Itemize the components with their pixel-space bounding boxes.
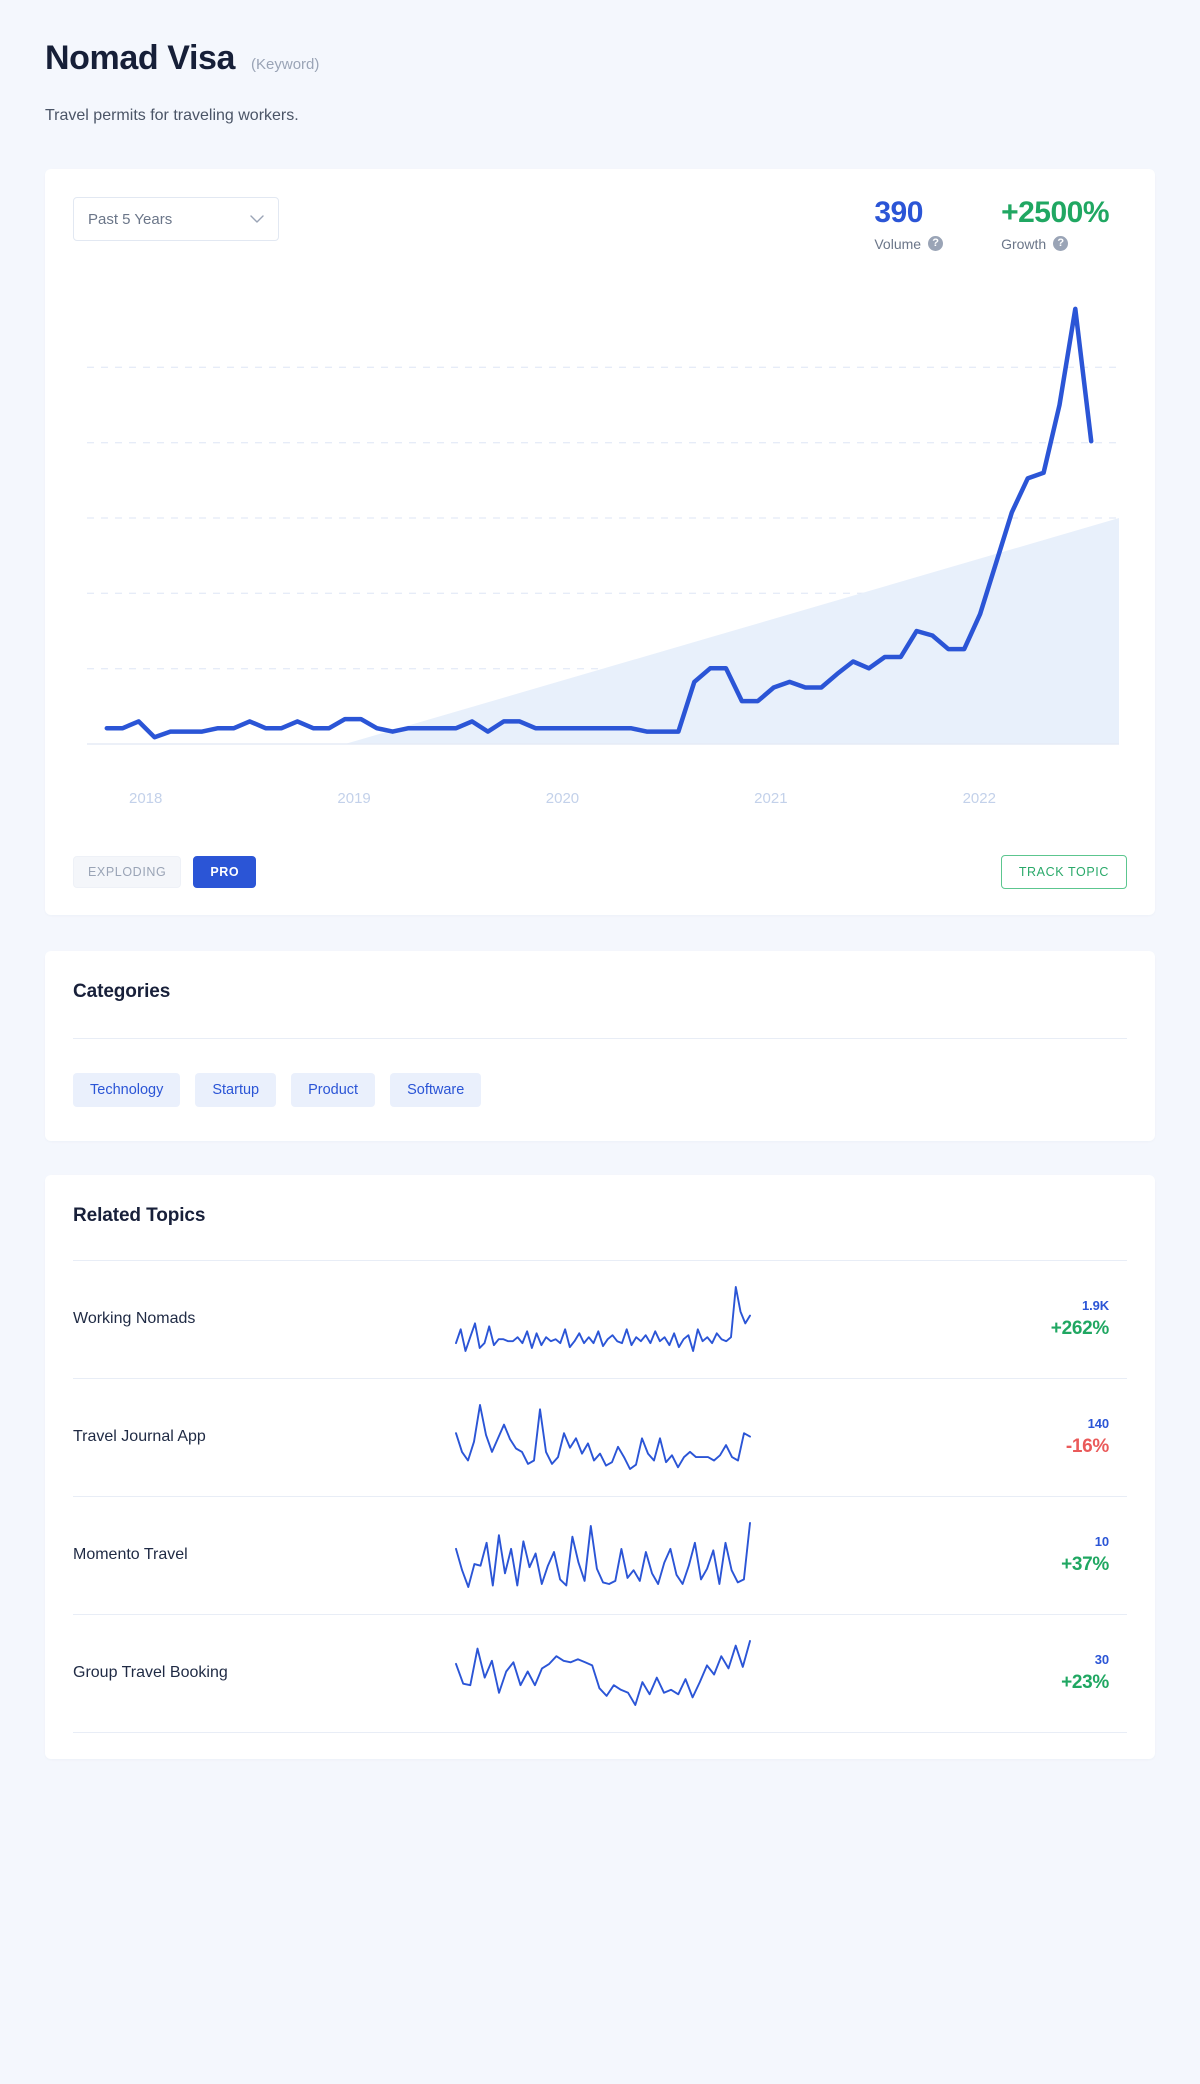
category-pill-list: Technology Startup Product Software — [73, 1072, 1127, 1107]
related-topic-volume: 1.9K — [1081, 1298, 1109, 1314]
category-pill[interactable]: Software — [390, 1072, 482, 1107]
related-topic-row[interactable]: Group Travel Booking 30 +23% — [73, 1615, 1127, 1733]
time-range-select[interactable]: Past 5 Years — [73, 197, 279, 242]
x-axis-tick-label: 2019 — [337, 789, 371, 807]
related-topic-row[interactable]: Travel Journal App 140 -16% — [73, 1379, 1127, 1497]
title-row: Nomad Visa (Keyword) — [45, 39, 1155, 77]
related-topic-growth: +262% — [1050, 1318, 1110, 1340]
related-topic-growth: +23% — [1061, 1672, 1109, 1694]
related-topic-metrics: 10 +37% — [1061, 1534, 1127, 1576]
pro-badge[interactable]: PRO — [193, 855, 257, 888]
stat-volume: 390 Volume ? — [874, 196, 944, 252]
related-topic-growth: +37% — [1061, 1554, 1109, 1576]
related-topic-volume: 140 — [1087, 1416, 1109, 1432]
exploding-badge[interactable]: EXPLODING — [73, 855, 182, 888]
related-topic-row[interactable]: Working Nomads 1.9K +262% — [73, 1261, 1127, 1379]
categories-card: Categories Technology Startup Product Softw… — [45, 950, 1155, 1141]
x-axis-tick-label: 2018 — [129, 789, 163, 807]
track-topic-button[interactable]: TRACK TOPIC — [1000, 854, 1127, 889]
related-topic-row[interactable]: Momento Travel 10 +37% — [73, 1497, 1127, 1615]
trend-chart[interactable]: 2018 2019 2020 2021 2022 — [73, 282, 1127, 807]
growth-value: +2500% — [1001, 196, 1109, 230]
stat-growth: +2500% Growth ? — [1001, 197, 1109, 252]
related-topic-name: Momento Travel — [73, 1546, 188, 1564]
related-topic-name: Group Travel Booking — [73, 1664, 228, 1682]
question-mark-icon[interactable]: ? — [1053, 236, 1069, 252]
related-topic-name: Travel Journal App — [73, 1428, 206, 1446]
related-topics-title: Related Topics — [73, 1204, 206, 1226]
categories-title: Categories — [73, 980, 171, 1002]
keyword-type-tag: (Keyword) — [251, 56, 320, 74]
page-title: Nomad Visa — [45, 39, 236, 77]
volume-caption: Volume ? — [874, 235, 944, 252]
stats-group: 390 Volume ? +2500% Growth ? — [874, 197, 1127, 252]
trend-chart-svg — [87, 306, 1119, 745]
related-topic-metrics: 140 -16% — [1066, 1416, 1127, 1458]
category-pill[interactable]: Product — [291, 1072, 376, 1107]
related-topic-sparkline — [453, 1518, 753, 1592]
question-mark-icon[interactable]: ? — [928, 236, 944, 252]
category-pill[interactable]: Technology — [73, 1072, 181, 1107]
trend-chart-x-axis: 2018 2019 2020 2021 2022 — [73, 790, 1127, 807]
page-subtitle: Travel permits for traveling workers. — [45, 107, 299, 125]
related-topic-volume: 30 — [1094, 1652, 1109, 1668]
category-pill[interactable]: Startup — [195, 1072, 277, 1107]
trend-card: Past 5 Years 390 Volume ? +2500% Growth — [45, 169, 1155, 915]
related-topic-sparkline — [453, 1282, 753, 1356]
related-topics-card: Related Topics Working Nomads 1.9K +262% Tr… — [45, 1174, 1155, 1759]
x-axis-tick-label: 2022 — [962, 789, 996, 807]
related-topic-metrics: 30 +23% — [1061, 1652, 1127, 1694]
page-root: Nomad Visa (Keyword) Travel permits for … — [0, 0, 1200, 1759]
related-topic-sparkline — [453, 1636, 753, 1710]
divider — [73, 1037, 1127, 1039]
related-topic-metrics: 1.9K +262% — [1051, 1298, 1127, 1340]
related-topic-sparkline — [453, 1400, 753, 1474]
growth-caption: Growth ? — [1001, 236, 1109, 252]
volume-label: Volume — [874, 235, 922, 252]
related-topic-growth: -16% — [1065, 1436, 1109, 1458]
trend-card-actions: EXPLODING PRO TRACK TOPIC — [73, 854, 1127, 889]
chevron-down-icon — [250, 215, 264, 224]
related-topic-volume: 10 — [1094, 1534, 1109, 1550]
trend-card-header: Past 5 Years 390 Volume ? +2500% Growth — [73, 197, 1127, 252]
page-header: Nomad Visa (Keyword) Travel permits for … — [45, 0, 1155, 125]
related-topics-list: Working Nomads 1.9K +262% Travel Journal Ap… — [73, 1261, 1127, 1733]
x-axis-tick-label: 2020 — [545, 789, 580, 807]
x-axis-tick-label: 2021 — [754, 789, 788, 807]
growth-label: Growth — [1001, 235, 1047, 252]
related-topic-name: Working Nomads — [73, 1310, 196, 1328]
volume-value: 390 — [874, 196, 923, 230]
time-range-value: Past 5 Years — [88, 210, 173, 228]
